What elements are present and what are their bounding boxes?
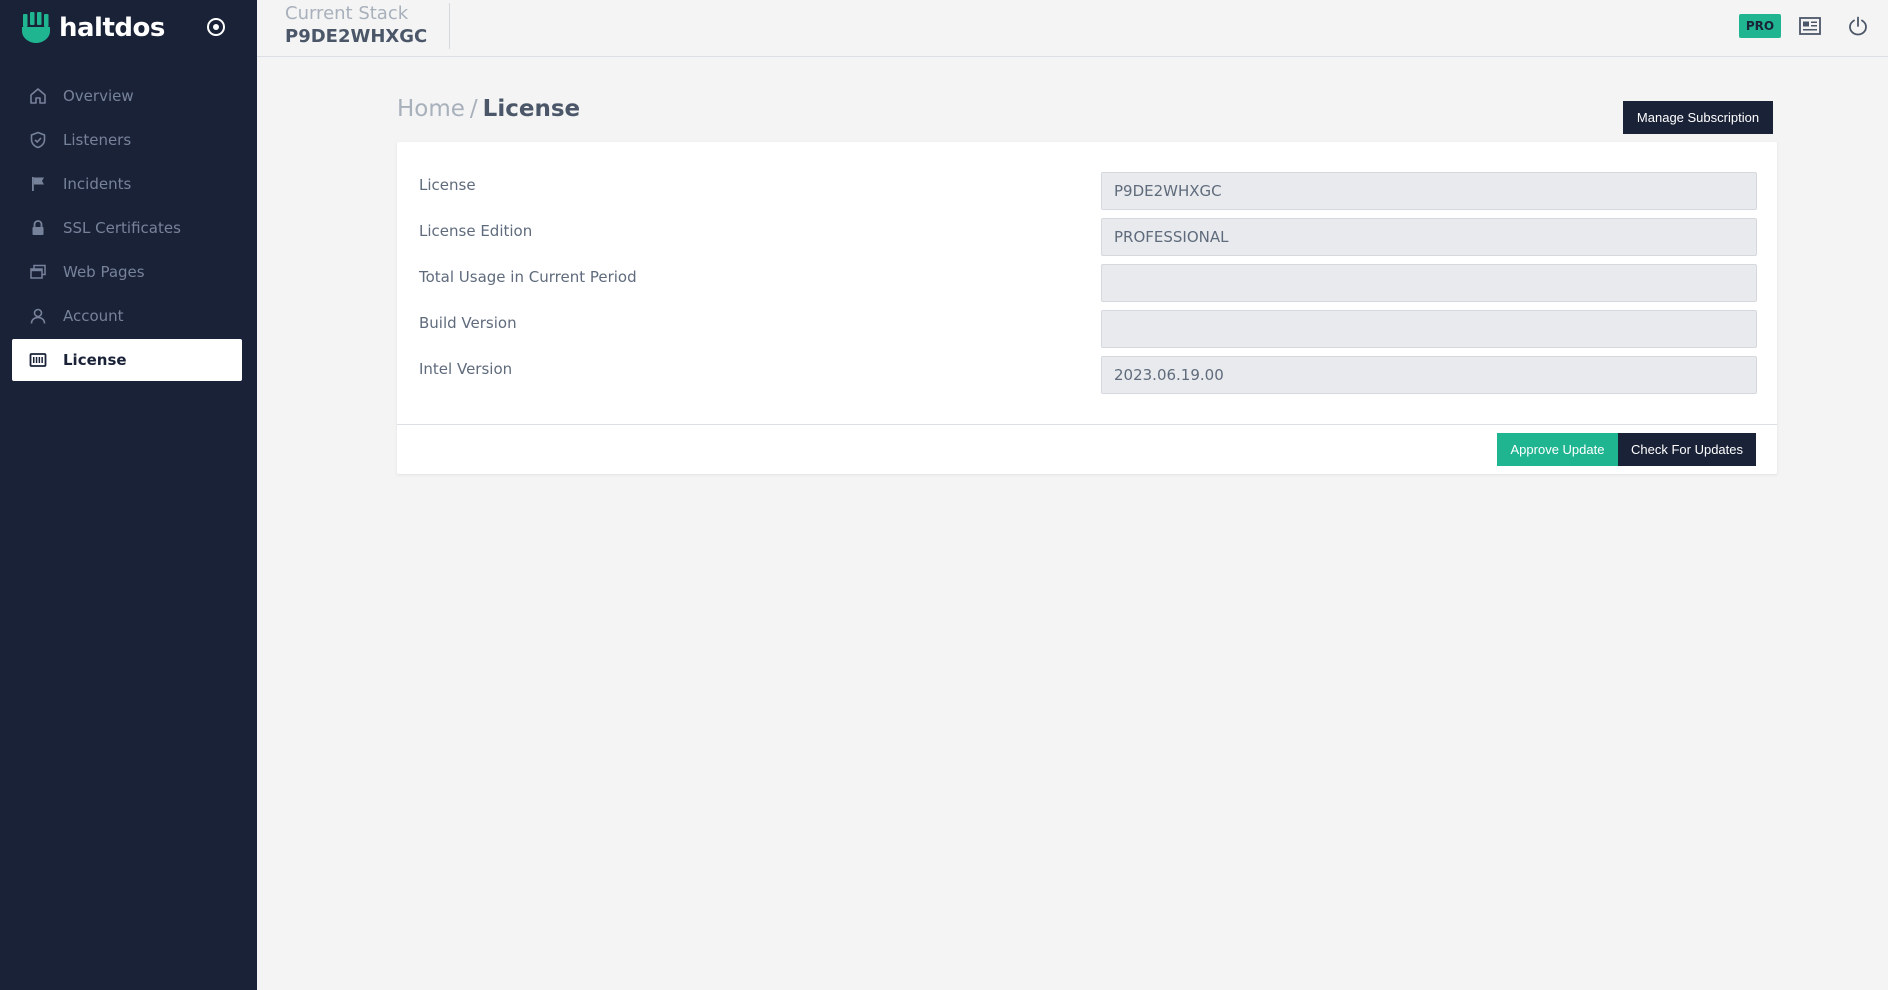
sidebar-item-ssl-certificates[interactable]: SSL Certificates bbox=[12, 207, 242, 249]
sidebar-nav: Overview Listeners Incidents SSL Certifi… bbox=[12, 75, 242, 383]
manage-subscription-button[interactable]: Manage Subscription bbox=[1623, 101, 1773, 134]
breadcrumb-separator: / bbox=[469, 96, 478, 122]
license-edition-label: License Edition bbox=[419, 222, 533, 240]
shield-icon bbox=[28, 130, 48, 150]
stack-label: Current Stack bbox=[285, 3, 409, 24]
current-stack[interactable]: Current Stack P9DE2WHXGC bbox=[285, 3, 451, 49]
brand[interactable]: haltdos bbox=[21, 10, 165, 46]
user-icon bbox=[28, 306, 48, 326]
form-row-license-edition: License Edition PROFESSIONAL bbox=[419, 218, 1757, 256]
topbar: Current Stack P9DE2WHXGC PRO bbox=[257, 0, 1888, 57]
build-version-field[interactable] bbox=[1101, 310, 1757, 348]
intel-version-field[interactable]: 2023.06.19.00 bbox=[1101, 356, 1757, 394]
license-field[interactable]: P9DE2WHXGC bbox=[1101, 172, 1757, 210]
sidebar-item-account[interactable]: Account bbox=[12, 295, 242, 337]
sidebar-item-label: Account bbox=[63, 307, 124, 325]
sidebar-item-label: SSL Certificates bbox=[63, 219, 181, 237]
sidebar: haltdos Overview Listeners Incidents SSL… bbox=[0, 0, 257, 990]
sidebar-item-label: Incidents bbox=[63, 175, 132, 193]
form-row-intel-version: Intel Version 2023.06.19.00 bbox=[419, 356, 1757, 394]
sidebar-item-label: Overview bbox=[63, 87, 134, 105]
newspaper-icon[interactable] bbox=[1798, 14, 1822, 38]
windows-icon bbox=[28, 262, 48, 282]
sidebar-item-overview[interactable]: Overview bbox=[12, 75, 242, 117]
flag-icon bbox=[28, 174, 48, 194]
form-row-license: License P9DE2WHXGC bbox=[419, 172, 1757, 210]
stack-id: P9DE2WHXGC bbox=[285, 26, 428, 47]
sidebar-toggle-icon[interactable] bbox=[205, 16, 227, 38]
sidebar-item-incidents[interactable]: Incidents bbox=[12, 163, 242, 205]
license-edition-field[interactable]: PROFESSIONAL bbox=[1101, 218, 1757, 256]
sidebar-item-label: Web Pages bbox=[63, 263, 145, 281]
brand-name: haltdos bbox=[59, 13, 165, 43]
check-for-updates-button[interactable]: Check For Updates bbox=[1618, 433, 1756, 466]
total-usage-field[interactable] bbox=[1101, 264, 1757, 302]
build-version-label: Build Version bbox=[419, 314, 517, 332]
plan-badge: PRO bbox=[1739, 14, 1781, 38]
approve-update-button[interactable]: Approve Update bbox=[1497, 433, 1618, 466]
card-divider bbox=[397, 424, 1777, 425]
breadcrumb-home[interactable]: Home bbox=[397, 96, 465, 122]
sidebar-item-web-pages[interactable]: Web Pages bbox=[12, 251, 242, 293]
sidebar-item-listeners[interactable]: Listeners bbox=[12, 119, 242, 161]
sidebar-item-license[interactable]: License bbox=[12, 339, 242, 381]
lock-icon bbox=[28, 218, 48, 238]
total-usage-label: Total Usage in Current Period bbox=[419, 268, 637, 286]
home-icon bbox=[28, 86, 48, 106]
intel-version-label: Intel Version bbox=[419, 360, 513, 378]
power-icon[interactable] bbox=[1846, 14, 1870, 38]
sidebar-item-label: Listeners bbox=[63, 131, 132, 149]
sidebar-item-label: License bbox=[63, 351, 127, 369]
license-icon bbox=[28, 350, 48, 370]
breadcrumb-current: License bbox=[482, 96, 581, 122]
license-card: License P9DE2WHXGC License Edition PROFE… bbox=[397, 142, 1777, 474]
form-row-total-usage: Total Usage in Current Period bbox=[419, 264, 1757, 302]
haltdos-logo-icon bbox=[22, 12, 50, 43]
license-label: License bbox=[419, 176, 476, 194]
form-row-build-version: Build Version bbox=[419, 310, 1757, 348]
breadcrumb: Home / License bbox=[397, 94, 580, 124]
